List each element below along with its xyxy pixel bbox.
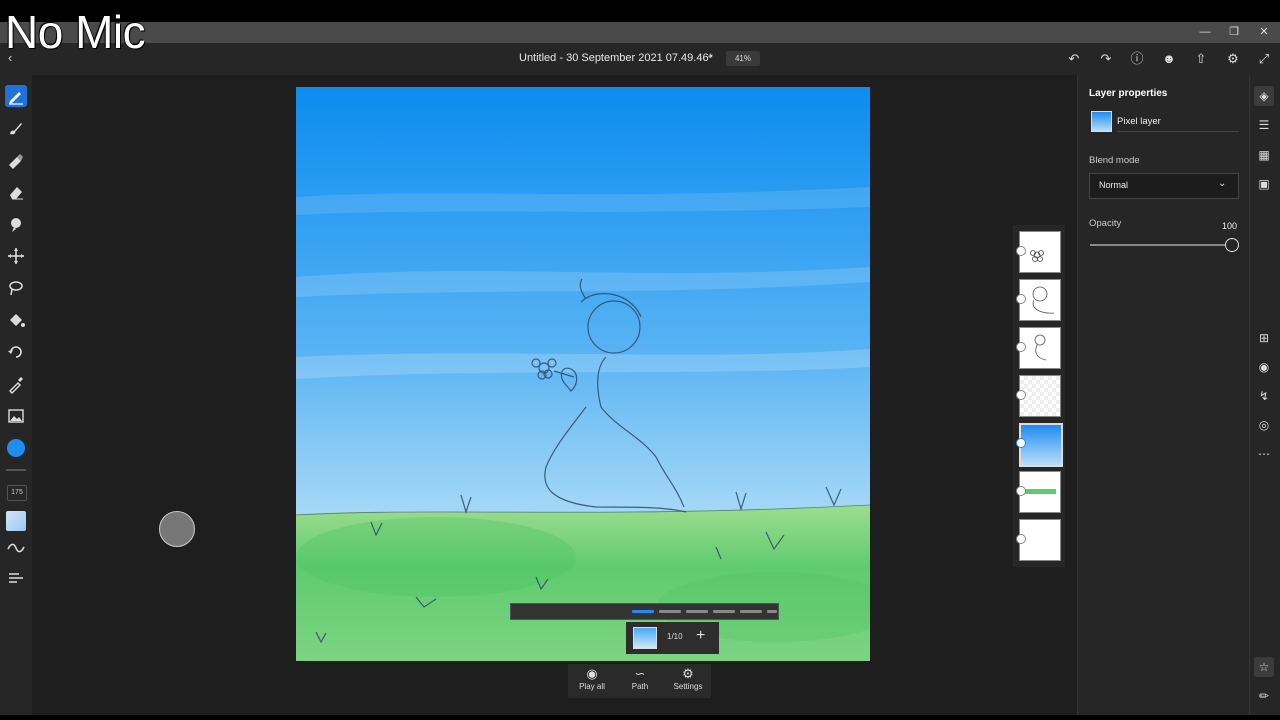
document-title[interactable]: Untitled - 30 September 2021 07.49.46* bbox=[519, 52, 713, 64]
blend-mode-value: Normal bbox=[1099, 180, 1129, 190]
fullscreen-icon[interactable]: ⤢ bbox=[1255, 50, 1273, 68]
timeline-frame[interactable] bbox=[686, 610, 708, 613]
redo-icon[interactable]: ↷ bbox=[1097, 50, 1115, 68]
smudge-icon[interactable] bbox=[5, 213, 27, 235]
comments-icon[interactable]: ▣ bbox=[1254, 174, 1274, 194]
panel-title: Layer properties bbox=[1089, 88, 1168, 99]
path-label: Path bbox=[631, 682, 649, 691]
chevron-down-icon[interactable]: ⌄ bbox=[706, 50, 714, 61]
timeline-frame[interactable] bbox=[767, 610, 777, 613]
timeline-frame[interactable] bbox=[632, 610, 654, 613]
color-picker[interactable] bbox=[7, 439, 25, 457]
path-button[interactable]: ∽ Path bbox=[618, 666, 662, 691]
layer-properties-panel bbox=[1077, 75, 1249, 715]
share-icon[interactable]: ⇧ bbox=[1192, 50, 1210, 68]
opacity-label: Opacity bbox=[1089, 218, 1122, 229]
brush-size[interactable]: 175 bbox=[7, 485, 27, 501]
timeline-bar[interactable] bbox=[510, 603, 779, 620]
add-frame-button[interactable]: + bbox=[696, 627, 705, 645]
pixel-layer-icon bbox=[1091, 111, 1112, 132]
add-layer-icon[interactable]: ⊞ bbox=[1254, 328, 1274, 348]
visibility-toggle[interactable] bbox=[1016, 534, 1026, 544]
visibility-toggle[interactable] bbox=[1016, 246, 1026, 256]
undo-icon[interactable]: ↶ bbox=[1065, 50, 1083, 68]
frame-thumbnail[interactable] bbox=[633, 627, 657, 649]
eraser-icon[interactable] bbox=[5, 181, 27, 203]
layer-thumbnail-active[interactable] bbox=[1019, 423, 1063, 467]
visibility-toggle[interactable] bbox=[1016, 438, 1026, 448]
image-icon[interactable] bbox=[5, 405, 27, 427]
opacity-slider-knob[interactable] bbox=[1225, 238, 1239, 252]
play-all-button[interactable]: ◉ Play all bbox=[570, 666, 614, 691]
timeline-frame[interactable] bbox=[713, 610, 735, 613]
visibility-toggle[interactable] bbox=[1016, 342, 1026, 352]
shapes-icon[interactable]: ☆ bbox=[1254, 657, 1274, 677]
settings-icon[interactable]: ⚙ bbox=[1224, 50, 1242, 68]
zoom-level[interactable]: 41% bbox=[726, 51, 760, 66]
settings-label: Settings bbox=[673, 682, 703, 691]
drawing-canvas[interactable] bbox=[296, 87, 870, 661]
settings-button[interactable]: ⚙ Settings bbox=[666, 666, 710, 691]
brush-cursor bbox=[159, 511, 195, 547]
visibility-toggle[interactable] bbox=[1016, 486, 1026, 496]
move-icon[interactable] bbox=[5, 245, 27, 267]
rotate-icon[interactable] bbox=[5, 341, 27, 363]
video-caption: No Mic bbox=[5, 6, 146, 58]
play-all-label: Play all bbox=[579, 682, 605, 691]
gear-icon: ⚙ bbox=[682, 666, 694, 681]
lasso-icon[interactable] bbox=[5, 277, 27, 299]
frame-counter: 1/10 bbox=[667, 632, 683, 641]
more-icon[interactable]: ⋯ bbox=[1254, 444, 1274, 464]
blend-mode-label: Blend mode bbox=[1089, 155, 1140, 166]
visibility-toggle[interactable] bbox=[1016, 294, 1026, 304]
opacity-slider[interactable] bbox=[1090, 244, 1232, 246]
paint-bucket-icon[interactable] bbox=[5, 309, 27, 331]
brush-icon[interactable] bbox=[5, 117, 27, 139]
play-all-icon: ◉ bbox=[586, 666, 598, 681]
help-icon[interactable]: ⓘ bbox=[1128, 50, 1146, 68]
visibility-icon[interactable]: ◉ bbox=[1254, 357, 1274, 377]
mask-icon[interactable]: ◎ bbox=[1254, 415, 1274, 435]
chevron-down-icon: ⌄ bbox=[1218, 178, 1227, 189]
opacity-value: 100 bbox=[1222, 221, 1238, 231]
fill-brush-icon[interactable] bbox=[5, 150, 27, 172]
layers-icon[interactable]: ◈ bbox=[1254, 86, 1274, 106]
divider bbox=[1117, 131, 1239, 132]
close-button[interactable]: ✕ bbox=[1249, 24, 1279, 41]
pencil-icon[interactable] bbox=[5, 85, 27, 107]
rail-divider bbox=[6, 469, 26, 471]
timeline-frame[interactable] bbox=[740, 610, 762, 613]
brush-swatch[interactable] bbox=[6, 511, 26, 531]
eyedropper-icon[interactable] bbox=[5, 373, 27, 395]
restore-button[interactable]: ❐ bbox=[1219, 24, 1249, 41]
minimize-button[interactable]: — bbox=[1190, 24, 1220, 41]
wave-icon[interactable] bbox=[5, 537, 27, 559]
ruler-icon[interactable]: ✏ bbox=[1254, 686, 1274, 706]
import-icon[interactable]: ↯ bbox=[1254, 386, 1274, 406]
visibility-toggle[interactable] bbox=[1016, 390, 1026, 400]
title-bar bbox=[0, 22, 1280, 43]
adjustments-icon[interactable]: ☰ bbox=[1254, 115, 1274, 135]
back-icon[interactable]: ‹ bbox=[8, 50, 12, 65]
account-icon[interactable]: ☻ bbox=[1160, 50, 1178, 68]
timeline-frame[interactable] bbox=[659, 610, 681, 613]
brush-settings-icon[interactable] bbox=[5, 566, 27, 588]
path-icon: ∽ bbox=[634, 666, 646, 681]
canvas-icon[interactable]: ▦ bbox=[1254, 145, 1274, 165]
layer-type-label: Pixel layer bbox=[1117, 116, 1161, 127]
